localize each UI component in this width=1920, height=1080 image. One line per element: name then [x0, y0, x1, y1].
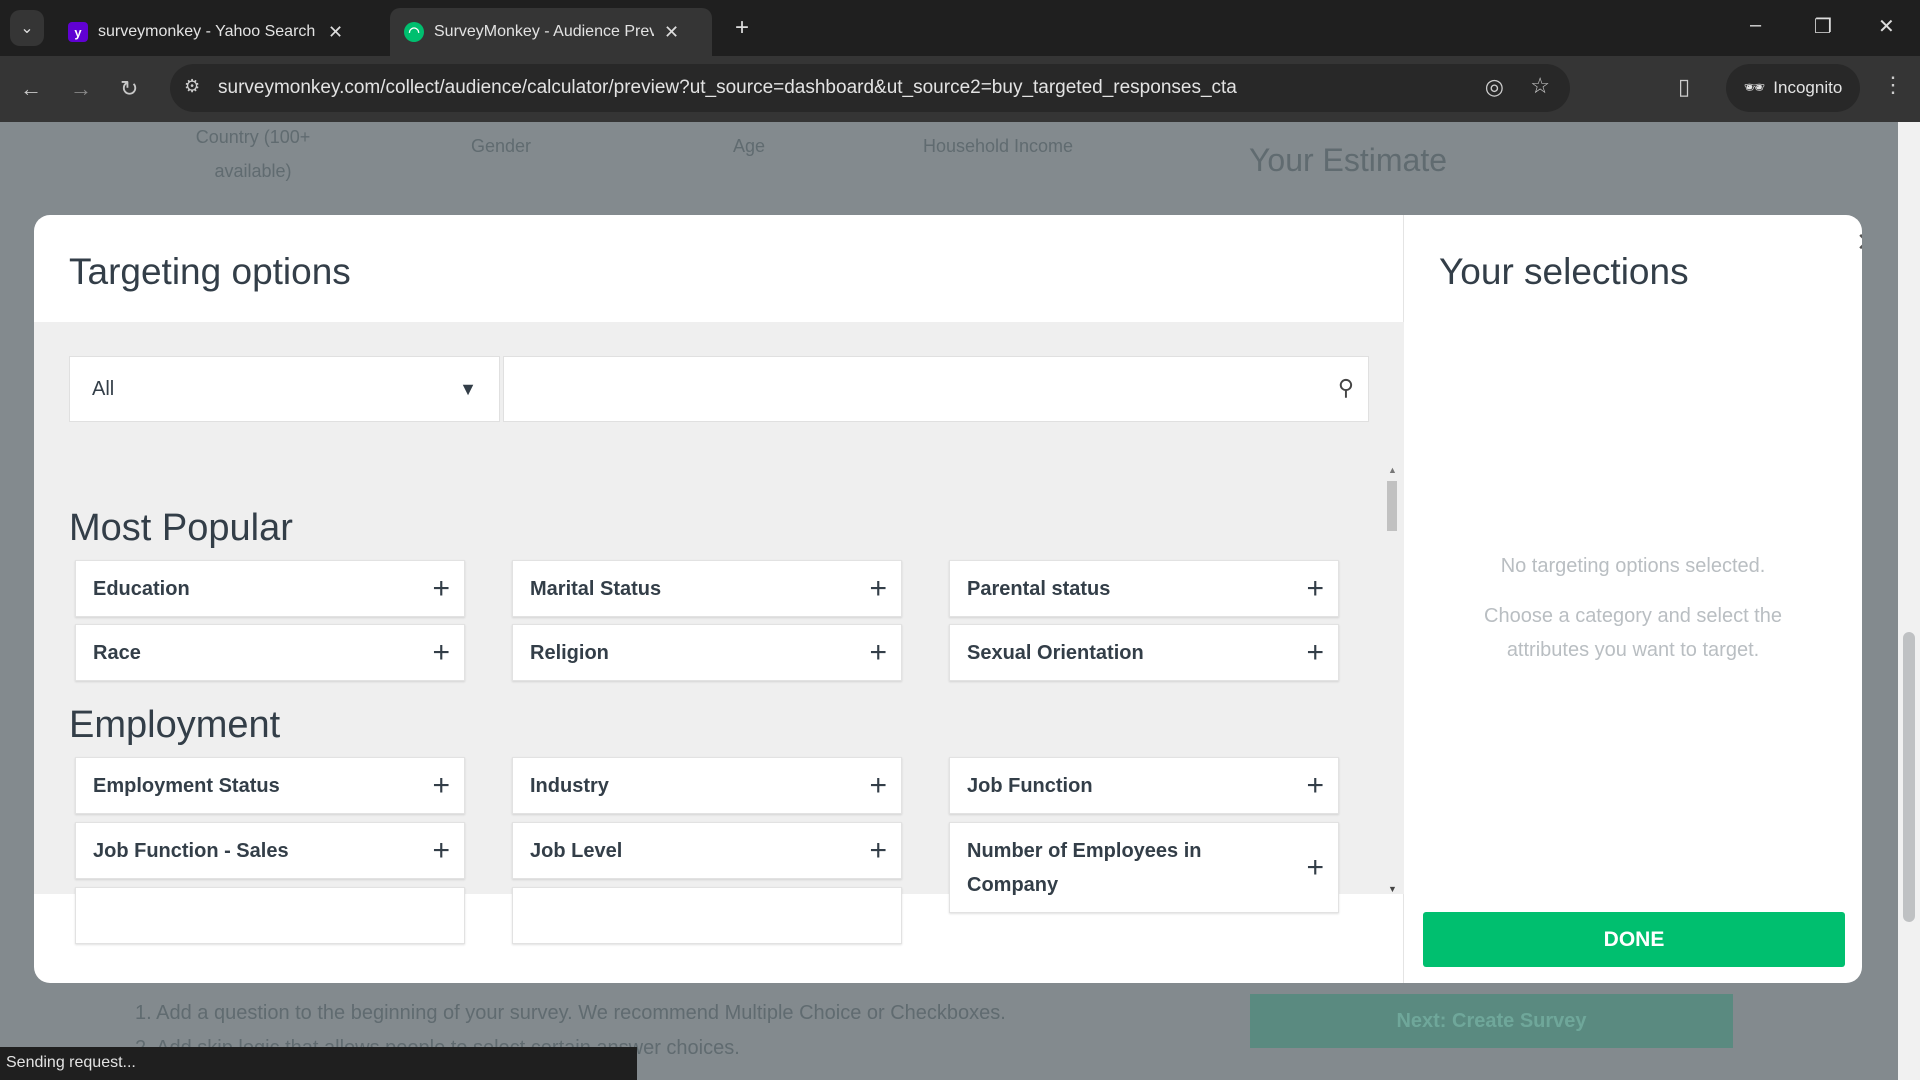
- tab-list-button[interactable]: ⌄: [10, 10, 44, 46]
- plus-icon: +: [1306, 635, 1324, 669]
- next-create-survey-button[interactable]: Next: Create Survey: [1250, 994, 1733, 1048]
- targeting-options-panel: Targeting options All ▼ ⚲ Most Popular E…: [34, 215, 1404, 983]
- minimize-icon[interactable]: –: [1750, 14, 1761, 37]
- option-label: Parental status: [967, 577, 1111, 600]
- tab-yahoo[interactable]: y surveymonkey - Yahoo Search R ✕: [54, 8, 357, 56]
- incognito-badge[interactable]: 🕶 Incognito: [1726, 64, 1860, 112]
- status-text: Sending request...: [6, 1054, 136, 1071]
- option-label: Sexual Orientation: [967, 641, 1144, 664]
- plus-icon: +: [1306, 571, 1324, 605]
- country-label: Country (100+ available): [195, 127, 311, 181]
- option-job-function[interactable]: Job Function +: [949, 757, 1339, 814]
- plus-icon: +: [869, 768, 887, 802]
- options-scrollbar-thumb[interactable]: [1387, 481, 1397, 531]
- scroll-up-icon[interactable]: ▲: [1388, 465, 1397, 475]
- option-label: Job Function - Sales: [93, 839, 289, 862]
- tab-title: SurveyMonkey - Audience Prev: [434, 23, 654, 40]
- close-icon[interactable]: ✕: [1856, 227, 1862, 258]
- section-heading-most-popular: Most Popular: [69, 507, 293, 549]
- empty-state-description: Choose a category and select the attribu…: [1484, 605, 1782, 661]
- empty-state-title: No targeting options selected.: [1500, 555, 1766, 577]
- plus-icon: +: [869, 635, 887, 669]
- option-label: Job Function: [967, 774, 1093, 797]
- plus-icon: +: [869, 571, 887, 605]
- option-job-level[interactable]: Job Level +: [512, 822, 902, 879]
- url-field[interactable]: ⚙ surveymonkey.com/collect/audience/calc…: [170, 64, 1570, 112]
- plus-icon: +: [1306, 768, 1324, 802]
- option-label: Number of Employees in Company: [967, 839, 1202, 896]
- option-employment-status[interactable]: Employment Status +: [75, 757, 465, 814]
- incognito-label: Incognito: [1773, 78, 1843, 97]
- star-icon[interactable]: ☆: [1530, 73, 1550, 99]
- search-input[interactable]: [520, 357, 1300, 419]
- plus-icon: +: [869, 833, 887, 867]
- address-bar-row: ← → ↻ ⚙ surveymonkey.com/collect/audienc…: [0, 56, 1920, 122]
- close-window-icon[interactable]: ✕: [1878, 14, 1895, 39]
- option-label: Marital Status: [530, 577, 662, 600]
- scroll-down-icon[interactable]: ▼: [1388, 884, 1397, 894]
- back-icon[interactable]: ←: [20, 76, 42, 102]
- option-label: Education: [93, 577, 190, 600]
- option-race[interactable]: Race +: [75, 624, 465, 681]
- options-scrollbar[interactable]: ▲ ▼: [1385, 465, 1399, 894]
- option-partial[interactable]: [512, 887, 902, 944]
- modal-title: Targeting options: [69, 251, 351, 292]
- option-label: Race: [93, 641, 141, 664]
- new-tab-icon[interactable]: +: [735, 14, 749, 42]
- option-label: Job Level: [530, 839, 623, 862]
- url-text: surveymonkey.com/collect/audience/calcul…: [218, 77, 1237, 98]
- incognito-icon: 🕶: [1743, 78, 1766, 97]
- done-button[interactable]: DONE: [1423, 912, 1845, 967]
- option-number-of-employees[interactable]: Number of Employees in Company +: [949, 822, 1339, 913]
- option-marital-status[interactable]: Marital Status +: [512, 560, 902, 617]
- option-partial[interactable]: [75, 887, 465, 944]
- browser-tab-bar: ⌄ y surveymonkey - Yahoo Search R ✕ ◠ Su…: [0, 0, 1920, 56]
- selections-title: Your selections: [1439, 251, 1689, 292]
- search-field[interactable]: ⚲: [503, 356, 1369, 422]
- options-list-area: All ▼ ⚲ Most Popular Education + Marital …: [34, 322, 1404, 944]
- targeting-options-modal: Targeting options All ▼ ⚲ Most Popular E…: [34, 215, 1862, 983]
- estimate-heading: Your Estimate: [1249, 142, 1448, 178]
- age-label: Age: [732, 136, 766, 156]
- plus-icon: +: [432, 833, 450, 867]
- instruction-step-1: 1. Add a question to the beginning of yo…: [135, 1002, 1006, 1024]
- option-label: Employment Status: [93, 774, 280, 797]
- option-parental-status[interactable]: Parental status +: [949, 560, 1339, 617]
- option-sexual-orientation[interactable]: Sexual Orientation +: [949, 624, 1339, 681]
- site-info-icon[interactable]: ⚙: [184, 76, 200, 97]
- forward-icon[interactable]: →: [70, 76, 92, 102]
- category-dropdown-value: All: [92, 377, 115, 400]
- gender-label: Gender: [470, 136, 532, 156]
- income-label: Household Income: [922, 136, 1074, 156]
- search-icon[interactable]: ⚲: [1338, 375, 1354, 401]
- yahoo-favicon-icon: y: [68, 22, 88, 42]
- category-dropdown[interactable]: All ▼: [69, 356, 500, 422]
- eye-off-icon[interactable]: ◎: [1485, 74, 1504, 100]
- side-panel-icon[interactable]: ▯: [1678, 74, 1690, 100]
- close-tab-icon[interactable]: ✕: [328, 22, 343, 43]
- option-education[interactable]: Education +: [75, 560, 465, 617]
- option-religion[interactable]: Religion +: [512, 624, 902, 681]
- restore-icon[interactable]: ❐: [1814, 14, 1832, 39]
- page-scrollbar-thumb[interactable]: [1903, 632, 1915, 922]
- plus-icon: +: [432, 635, 450, 669]
- tab-title: surveymonkey - Yahoo Search R: [98, 23, 318, 40]
- reload-icon[interactable]: ↻: [120, 76, 138, 102]
- plus-icon: +: [1306, 850, 1324, 884]
- caret-down-icon: ▼: [459, 378, 477, 399]
- section-heading-employment: Employment: [69, 704, 281, 746]
- tab-surveymonkey[interactable]: ◠ SurveyMonkey - Audience Prev ✕: [390, 8, 712, 56]
- your-selections-panel: Your selections ✕ No targeting options s…: [1404, 215, 1862, 983]
- surveymonkey-favicon-icon: ◠: [404, 22, 424, 42]
- status-bar: Sending request...: [0, 1047, 637, 1080]
- option-label: Industry: [530, 774, 609, 797]
- menu-icon[interactable]: ⋮: [1882, 72, 1904, 98]
- option-job-function-sales[interactable]: Job Function - Sales +: [75, 822, 465, 879]
- option-label: Religion: [530, 641, 609, 664]
- plus-icon: +: [432, 768, 450, 802]
- option-industry[interactable]: Industry +: [512, 757, 902, 814]
- close-tab-icon[interactable]: ✕: [664, 22, 679, 43]
- page-scrollbar[interactable]: [1898, 122, 1920, 1080]
- plus-icon: +: [432, 571, 450, 605]
